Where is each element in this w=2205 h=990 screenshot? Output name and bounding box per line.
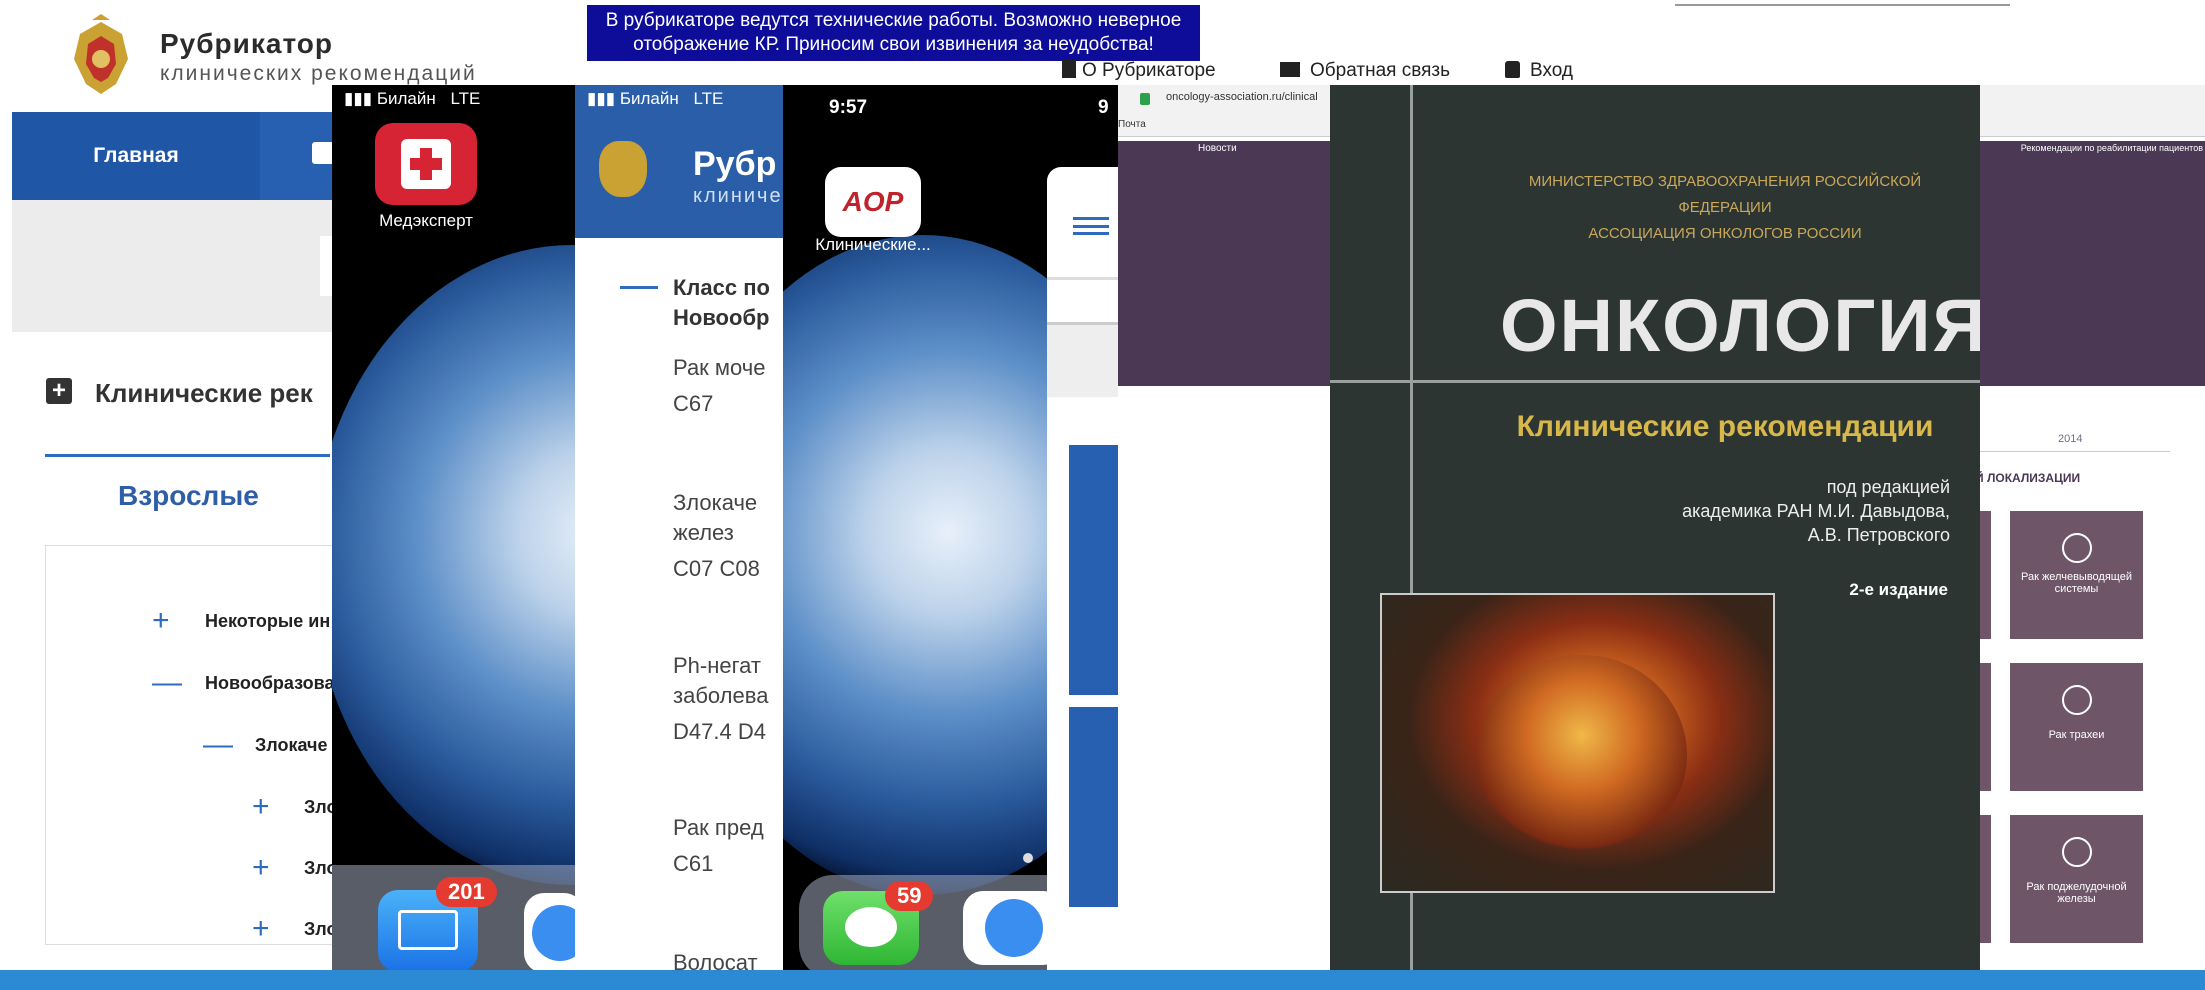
medical-cross-icon (401, 139, 451, 189)
expand-icon[interactable]: + (152, 604, 170, 637)
about-link[interactable]: О Рубрикаторе (1062, 60, 1216, 82)
collapse-icon[interactable] (620, 286, 658, 289)
tree-item[interactable]: + Зло (252, 790, 337, 823)
app-label: Медэксперт (379, 211, 473, 230)
medexpert-app-icon[interactable] (375, 123, 477, 205)
earth-wallpaper (332, 245, 576, 885)
list-item-name-cont: заболева (673, 683, 769, 708)
document-icon (1062, 60, 1076, 78)
mobile-brand-subtitle: клиниче (693, 185, 783, 207)
tree-item[interactable]: + Зло (252, 912, 337, 945)
compass-icon (532, 905, 576, 961)
localizations-heading: Й ЛОКАЛИЗАЦИИ (1975, 471, 2081, 485)
plus-square-icon[interactable]: + (46, 378, 72, 404)
list-item-code: C61 (673, 851, 714, 876)
list-item-name[interactable]: Рак моче (673, 355, 766, 381)
network-label: LTE (450, 89, 481, 108)
emblem-logo[interactable] (62, 14, 140, 100)
lock-icon (1140, 93, 1150, 105)
blue-card[interactable] (1069, 707, 1120, 907)
list-item-name[interactable]: Ph-негат (673, 653, 761, 679)
tree-label: Новообразова (205, 673, 335, 693)
emblem-logo[interactable] (599, 141, 647, 197)
network-label: LTE (693, 89, 724, 108)
plus-square-icon[interactable] (312, 142, 334, 164)
app-label: Клинические... (815, 235, 931, 254)
phone-screen-aop: 9:57 9 AOP Клинические... 59 (783, 85, 1120, 990)
list-item-name[interactable]: Злокаче (673, 490, 757, 516)
expand-icon[interactable]: + (252, 851, 270, 884)
carrier-label: Билайн (619, 89, 679, 108)
list-item-code: C07 C08 (673, 556, 760, 581)
lock-icon (1505, 61, 1520, 78)
tree-item[interactable]: + Зло (252, 851, 337, 884)
page-dots (1023, 853, 1033, 863)
mobile-brand-title: Рубр (693, 145, 777, 183)
safari-app-icon[interactable] (524, 893, 576, 973)
tree-label: Некоторые ин (205, 611, 331, 631)
maintenance-banner: В рубрикаторе ведутся технические работы… (587, 5, 1200, 61)
year-tab[interactable]: 2014 (2058, 433, 2082, 445)
envelope-icon (398, 910, 458, 950)
hamburger-menu-icon[interactable] (1073, 217, 1109, 235)
signal-icon: ▮▮▮ (587, 89, 616, 108)
organ-icon (2061, 837, 2092, 867)
bookmark-link[interactable]: Почта (1118, 119, 1146, 130)
mail-badge: 201 (436, 877, 497, 907)
expand-icon[interactable]: + (252, 790, 270, 823)
section-title: Клинические рек (95, 378, 313, 408)
login-link[interactable]: Вход (1505, 60, 1573, 82)
tree-item[interactable]: — Злокаче (203, 728, 328, 761)
list-item-name-cont: желез (673, 520, 734, 545)
carrier-label: Билайн (376, 89, 436, 108)
organ-icon (2061, 533, 2092, 563)
tab-underline (45, 454, 330, 457)
status-bar: ▮▮▮ Билайн LTE (587, 89, 723, 109)
tile-trachea[interactable]: Рак трахеи (2010, 663, 2143, 791)
brand-title: Рубрикатор (160, 28, 333, 59)
lungs-icon (2061, 685, 2092, 715)
book-title: ОНКОЛОГИЯ (1500, 284, 1980, 367)
nav-home[interactable]: Главная (12, 112, 260, 200)
expand-icon[interactable]: + (252, 912, 270, 945)
bottom-bar (0, 970, 2205, 990)
signal-icon: ▮▮▮ (344, 89, 373, 108)
list-item-code: D47.4 D4 (673, 719, 766, 744)
book-cover-oncology: МИНИСТЕРСТВО ЗДРАВООХРАНЕНИЯ РОССИЙСКОЙ … (1330, 85, 1980, 990)
url-field[interactable]: oncology-association.ru/clinical (1166, 91, 1318, 103)
list-item-name[interactable]: Рак пред (673, 815, 764, 841)
tree-item[interactable]: + Некоторые ин (152, 604, 330, 637)
brand-subtitle: клинических рекомендаций (160, 62, 477, 85)
status-bar: ▮▮▮ Билайн LTE (344, 89, 480, 109)
collapse-icon[interactable]: — (203, 728, 233, 761)
phone-screen-medexpert: ▮▮▮ Билайн LTE Медэксперт 201 (332, 85, 576, 990)
feedback-link[interactable]: Обратная связь (1280, 60, 1450, 82)
tile-biliary[interactable]: Рак желчевыводящей системы (2010, 511, 2143, 639)
rubricator-mobile-screen: ▮▮▮ Билайн LTE Рубр клиниче Класс по Ново… (575, 85, 790, 990)
book-editors: под редакцией академика РАН М.И. Давыдова… (1682, 477, 1950, 545)
tree-item[interactable]: — Новообразова (152, 666, 335, 699)
tile-pancreas[interactable]: Рак поджелудочной железы (2010, 815, 2143, 943)
search-area (12, 200, 342, 332)
clock: 9:57 (829, 97, 868, 118)
messages-badge: 59 (885, 881, 934, 911)
list-item-code: C67 (673, 391, 714, 416)
top-divider (1675, 4, 2010, 6)
speech-bubble-icon (845, 907, 897, 947)
cancer-cell-image (1380, 593, 1775, 893)
tab-adults[interactable]: Взрослые (118, 480, 259, 512)
chat-icon (1280, 62, 1300, 77)
collapse-icon[interactable]: — (152, 666, 182, 699)
compass-icon (985, 899, 1043, 957)
nav-news[interactable]: Новости (1198, 143, 1237, 154)
nav-rehab[interactable]: Рекомендации по реабилитации пациентов (2021, 143, 2203, 153)
book-publisher: МИНИСТЕРСТВО ЗДРАВООХРАНЕНИЯ РОССИЙСКОЙ … (1528, 173, 1922, 242)
class-heading: Класс по Новообр (673, 275, 770, 330)
web-page-overlay (1047, 167, 1120, 990)
aop-app-icon[interactable]: AOP (825, 167, 921, 237)
blue-card[interactable] (1069, 445, 1120, 695)
book-subtitle: Клинические рекомендации (1516, 410, 1934, 443)
tree-label: Злокаче (255, 735, 328, 755)
clock-partial: 9 (1098, 97, 1109, 118)
